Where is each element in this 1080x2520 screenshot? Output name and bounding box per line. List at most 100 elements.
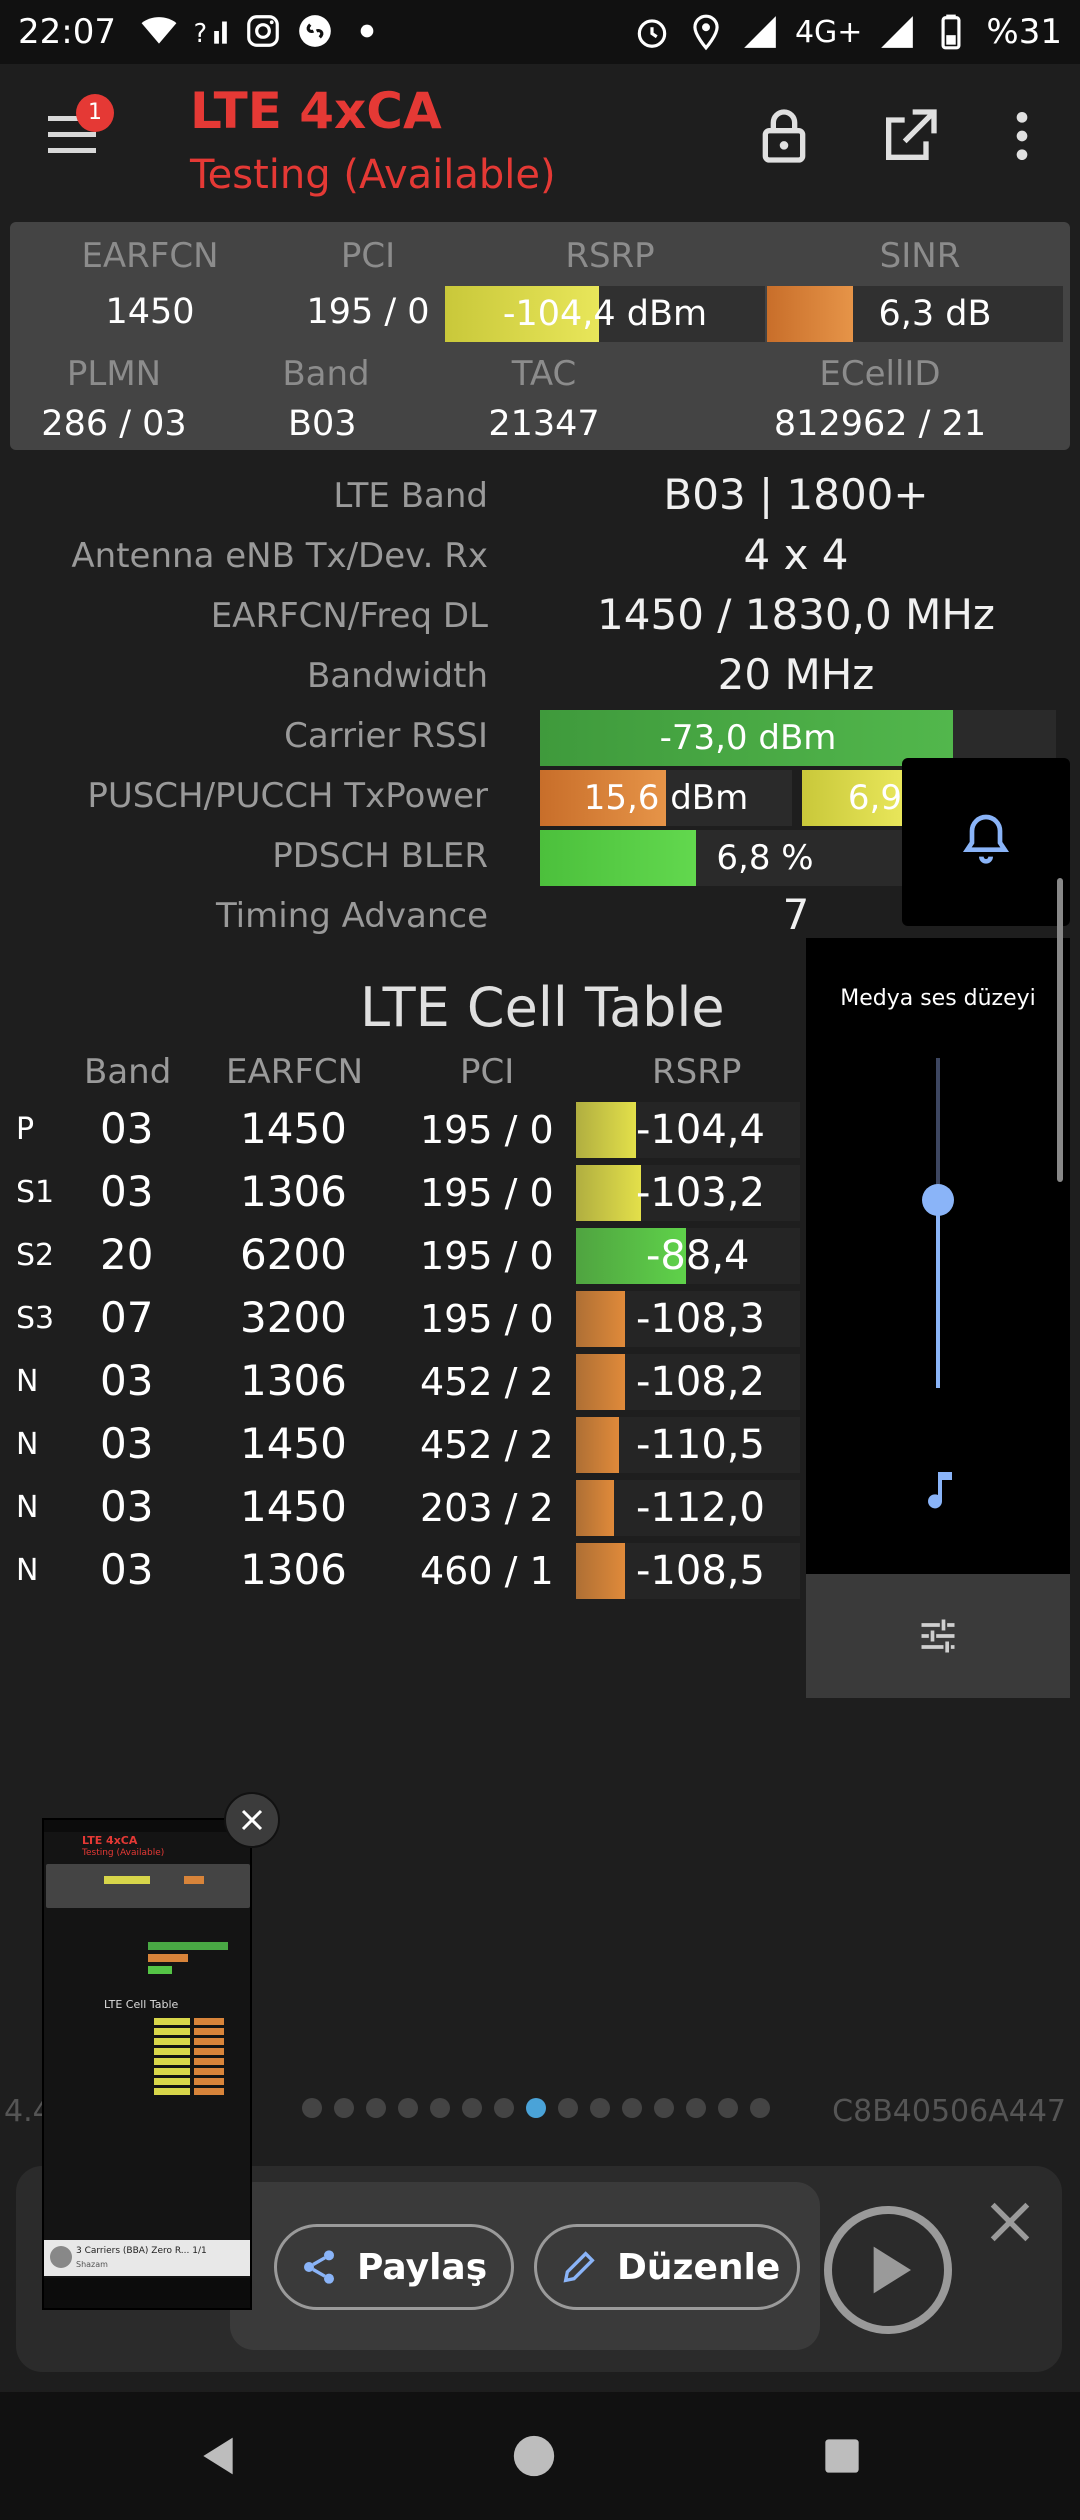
battery-percent: %31 bbox=[986, 12, 1062, 52]
close-icon[interactable] bbox=[984, 2196, 1036, 2248]
sinr-value: 6,3 dB bbox=[878, 294, 992, 334]
play-icon bbox=[873, 2246, 911, 2294]
edit-label: Düzenle bbox=[617, 2246, 781, 2288]
home-icon[interactable] bbox=[512, 2434, 556, 2478]
cell-earfcn: 1450 bbox=[240, 1419, 347, 1468]
thumb-title: LTE 4xCA bbox=[82, 1834, 138, 1847]
cell-band: 03 bbox=[100, 1167, 154, 1216]
app-subtitle: Testing (Available) bbox=[190, 152, 556, 198]
status-bar: 22:07 ? 4G+ %31 bbox=[0, 0, 1080, 64]
close-icon bbox=[241, 1809, 263, 1831]
antenna-label: Antenna eNB Tx/Dev. Rx bbox=[71, 536, 488, 576]
earfcn-label: EARFCN bbox=[81, 236, 219, 276]
cell-band: 03 bbox=[100, 1419, 154, 1468]
lock-icon[interactable] bbox=[752, 104, 816, 168]
share-button[interactable]: Paylaş bbox=[274, 2224, 514, 2310]
instagram-icon bbox=[247, 15, 279, 47]
cell-type: P bbox=[16, 1112, 35, 1147]
cell-earfcn: 1450 bbox=[240, 1104, 347, 1153]
header-pci: PCI bbox=[460, 1052, 515, 1092]
header-rsrp: RSRP bbox=[652, 1052, 742, 1092]
page-dot bbox=[494, 2098, 514, 2118]
table-row: N 03 1306 452 / 2 -108,2 bbox=[0, 1352, 800, 1412]
tac-label: TAC bbox=[511, 354, 577, 394]
status-time: 22:07 bbox=[18, 12, 116, 52]
music-note-icon bbox=[928, 1472, 952, 1509]
sinr-bar: 6,3 dB bbox=[767, 286, 1063, 342]
header-band: Band bbox=[84, 1052, 172, 1092]
cell-rsrp: -103,2 bbox=[636, 1170, 765, 1216]
lte-band-value: B03 | 1800+ bbox=[663, 470, 929, 519]
page-dot bbox=[430, 2098, 450, 2118]
recents-icon[interactable] bbox=[822, 2436, 862, 2476]
pusch-txpower-value: 15,6 dBm bbox=[583, 778, 749, 818]
cell-type: S1 bbox=[16, 1175, 55, 1210]
cell-type: N bbox=[16, 1364, 39, 1399]
share-label: Paylaş bbox=[357, 2246, 488, 2288]
page-dot bbox=[334, 2098, 354, 2118]
thumb-subtitle: Testing (Available) bbox=[82, 1848, 165, 1858]
back-icon[interactable] bbox=[196, 2432, 240, 2480]
cell-band: 03 bbox=[100, 1356, 154, 1405]
pusch-txpower-bar: 15,6 dBm bbox=[540, 770, 792, 826]
page-dot bbox=[686, 2098, 706, 2118]
more-vert-icon[interactable] bbox=[990, 104, 1054, 168]
cell-rsrp: -108,5 bbox=[636, 1548, 765, 1594]
page-dot bbox=[558, 2098, 578, 2118]
earfcn-freq-value: 1450 / 1830,0 MHz bbox=[597, 590, 995, 639]
pencil-icon bbox=[563, 2251, 595, 2283]
signal-r-icon: ? bbox=[194, 18, 227, 48]
volume-slider-handle[interactable] bbox=[922, 1183, 954, 1216]
app-title: LTE 4xCA bbox=[190, 82, 442, 140]
cell-rsrp-bar: -103,2 bbox=[576, 1165, 800, 1221]
earfcn-freq-label: EARFCN/Freq DL bbox=[210, 596, 488, 636]
ringer-mode-button[interactable] bbox=[902, 758, 1070, 926]
bandwidth-label: Bandwidth bbox=[306, 656, 488, 696]
edit-button[interactable]: Düzenle bbox=[534, 2224, 800, 2310]
location-icon bbox=[693, 14, 719, 51]
table-row: S3 07 3200 195 / 0 -108,3 bbox=[0, 1289, 800, 1349]
cell-pci: 452 / 2 bbox=[420, 1360, 554, 1404]
cell-rsrp-bar: -110,5 bbox=[576, 1417, 800, 1473]
shazam-icon bbox=[299, 15, 331, 47]
thumbnail-close-button[interactable] bbox=[224, 1792, 280, 1848]
cell-rsrp: -108,2 bbox=[636, 1359, 765, 1405]
cell-band: 03 bbox=[100, 1545, 154, 1594]
volume-settings-button[interactable] bbox=[806, 1574, 1070, 1698]
page-dot bbox=[462, 2098, 482, 2118]
cell-type: N bbox=[16, 1490, 39, 1525]
rsrp-value: -104,4 dBm bbox=[502, 294, 708, 334]
cell-pci: 195 / 0 bbox=[420, 1108, 554, 1152]
sinr-label: SINR bbox=[879, 236, 961, 276]
lte-band-label: LTE Band bbox=[333, 476, 488, 516]
cell-pci: 452 / 2 bbox=[420, 1423, 554, 1467]
page-dot bbox=[302, 2098, 322, 2118]
cell-rsrp-bar: -108,5 bbox=[576, 1543, 800, 1599]
table-row: S1 03 1306 195 / 0 -103,2 bbox=[0, 1163, 800, 1223]
share-icon bbox=[304, 2250, 334, 2284]
tac-value: 21347 bbox=[488, 404, 600, 444]
thumb-table-title: LTE Cell Table bbox=[104, 1998, 179, 2011]
cell-rsrp-bar: -104,4 bbox=[576, 1102, 800, 1158]
open-external-icon[interactable] bbox=[878, 104, 942, 168]
cell-rsrp: -108,3 bbox=[636, 1296, 765, 1342]
cell-type: N bbox=[16, 1553, 39, 1588]
cell-band: 03 bbox=[100, 1104, 154, 1153]
txpower-label: PUSCH/PUCCH TxPower bbox=[87, 776, 488, 816]
cell-earfcn: 1306 bbox=[240, 1356, 347, 1405]
play-button[interactable] bbox=[824, 2206, 952, 2334]
screenshot-thumbnail[interactable]: LTE 4xCA Testing (Available) LTE Cell Ta… bbox=[42, 1818, 252, 2310]
cell-pci: 195 / 0 bbox=[420, 1234, 554, 1278]
thumb-notification: 3 Carriers (BBA) Zero R... 1/1 bbox=[76, 2246, 207, 2256]
cell-earfcn: 1450 bbox=[240, 1482, 347, 1531]
table-row: N 03 1306 460 / 1 -108,5 bbox=[0, 1541, 800, 1601]
plmn-value: 286 / 03 bbox=[41, 404, 187, 444]
equalizer-icon bbox=[921, 1619, 955, 1653]
page-dot bbox=[654, 2098, 674, 2118]
page-dot bbox=[366, 2098, 386, 2118]
page-dot bbox=[750, 2098, 770, 2118]
pucch-txpower-value: 6,9 bbox=[847, 778, 902, 818]
table-row: S2 20 6200 195 / 0 -88,4 bbox=[0, 1226, 800, 1286]
cell-rsrp: -104,4 bbox=[636, 1107, 765, 1153]
scrollbar[interactable] bbox=[1057, 878, 1063, 1182]
